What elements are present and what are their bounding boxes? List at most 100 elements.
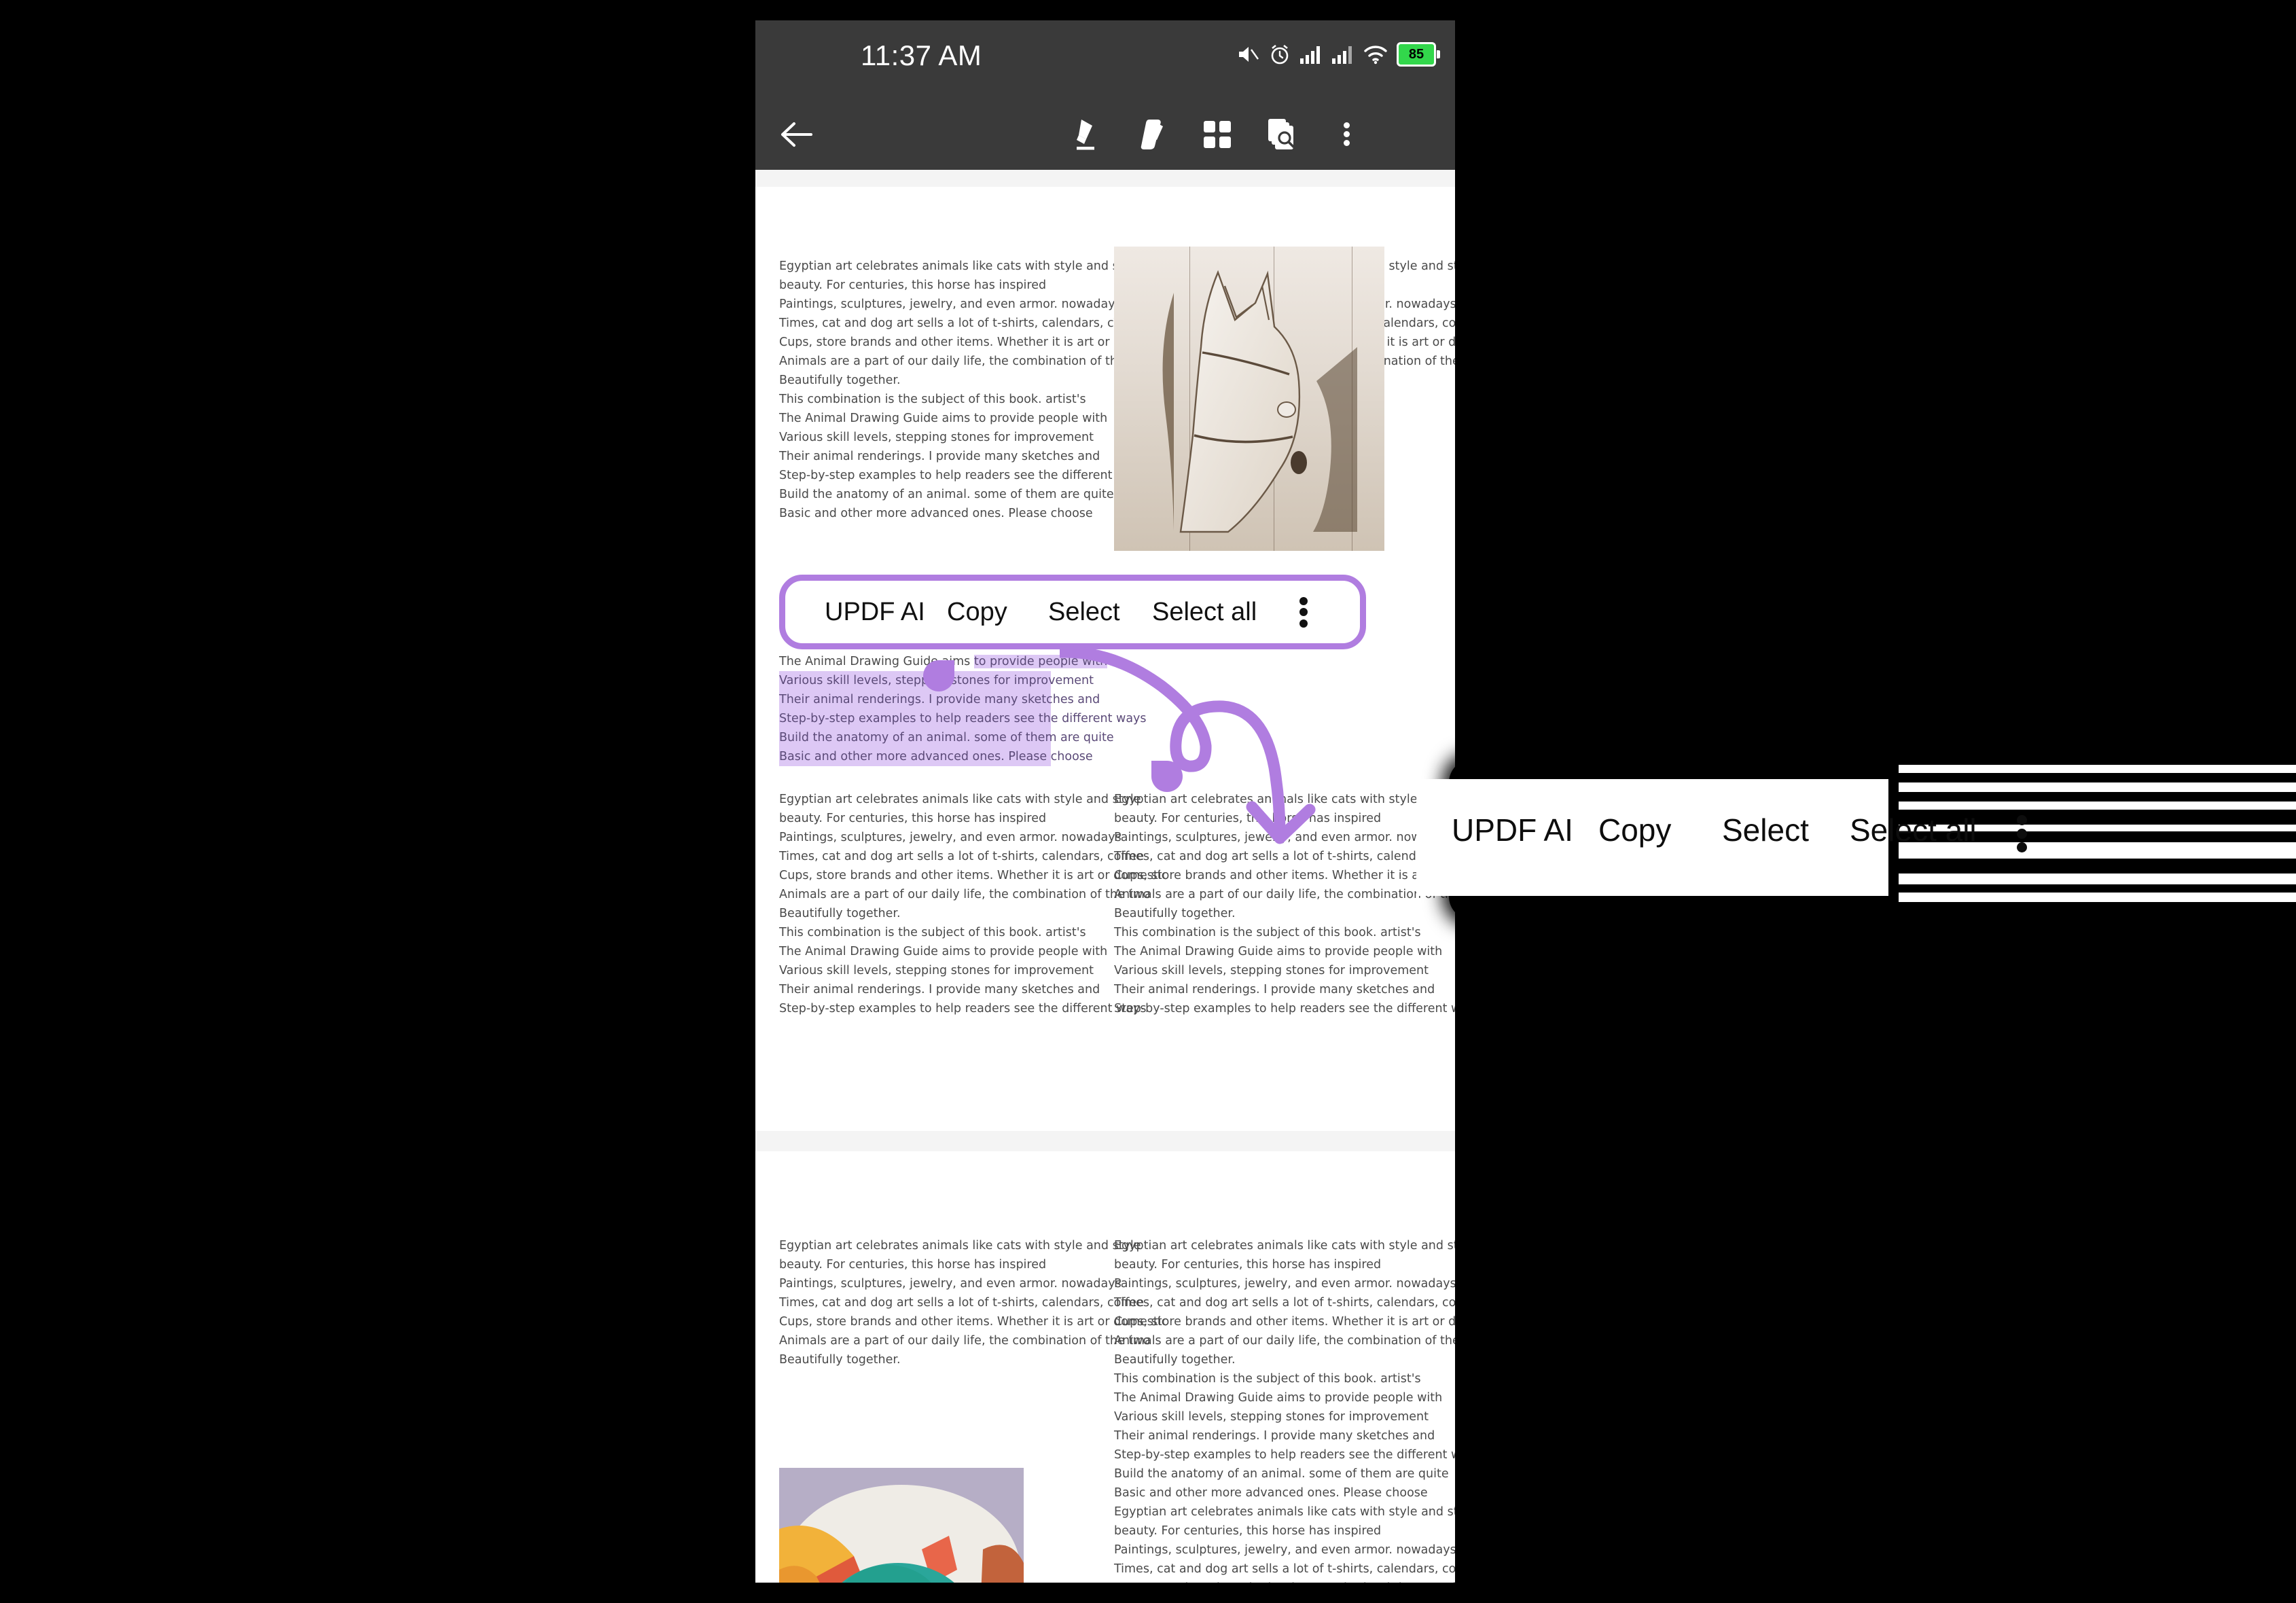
text-line[interactable]: This combination is the subject of this …: [779, 923, 1086, 942]
text-line[interactable]: The Animal Drawing Guide aims to provide…: [779, 409, 1107, 428]
text-column[interactable]: Egyptian art celebrates animals like cat…: [779, 790, 1168, 1018]
text-line[interactable]: Their animal renderings. I provide many …: [779, 690, 1100, 709]
text-column[interactable]: Egyptian art celebrates animals like cat…: [1114, 1236, 1455, 1583]
page-search-button[interactable]: [1255, 98, 1309, 170]
text-line[interactable]: Cups, store brands and other items. Whet…: [1114, 1312, 1455, 1331]
text-line[interactable]: Step-by-step examples to help readers se…: [779, 709, 1147, 728]
text-line[interactable]: Step-by-step examples to help readers se…: [1114, 999, 1455, 1018]
text-line[interactable]: Build the anatomy of an animal. some of …: [1114, 1464, 1449, 1483]
text-line[interactable]: Paintings, sculptures, jewelry, and even…: [779, 828, 1122, 847]
text-line[interactable]: Beautifully together.: [1114, 904, 1386, 923]
callout-overflow-button[interactable]: [2017, 812, 2027, 856]
text-line[interactable]: Paintings, sculptures, jewelry, and even…: [1114, 1541, 1455, 1560]
text-column[interactable]: Egyptian art celebrates animals like cat…: [779, 1236, 1168, 1369]
text-column[interactable]: Egyptian art celebrates animals like cat…: [779, 257, 1168, 523]
text-line[interactable]: Their animal renderings. I provide many …: [1114, 1426, 1435, 1445]
text-line[interactable]: Times, cat and dog art sells a lot of t-…: [779, 847, 1144, 866]
text-line[interactable]: Egyptian art celebrates animals like cat…: [1114, 1502, 1455, 1521]
text-line[interactable]: Build the anatomy of an animal. some of …: [779, 728, 1114, 747]
text-line[interactable]: Animals are a part of our daily life, th…: [1114, 885, 1455, 904]
text-line[interactable]: Paintings, sculptures, jewelry, and even…: [779, 295, 1122, 314]
menu-item-select[interactable]: Select: [1048, 598, 1120, 627]
text-line[interactable]: Animals are a part of our daily life, th…: [779, 352, 1150, 371]
text-line[interactable]: Egyptian art celebrates animals like cat…: [1114, 790, 1455, 809]
text-line[interactable]: Basic and other more advanced ones. Plea…: [779, 747, 1093, 766]
text-line[interactable]: Animals are a part of our daily life, th…: [779, 1331, 1150, 1350]
text-line[interactable]: Various skill levels, stepping stones fo…: [1114, 961, 1429, 980]
text-line[interactable]: Various skill levels, stepping stones fo…: [779, 428, 1094, 447]
text-line[interactable]: Cups, store brands and other items. Whet…: [1114, 1579, 1455, 1583]
menu-item-updf-ai[interactable]: UPDF AI: [825, 598, 925, 627]
pdf-page: Egyptian art celebrates animals like cat…: [755, 187, 1455, 1131]
menu-item-select-all[interactable]: Select all: [1152, 598, 1257, 627]
text-line[interactable]: Animals are a part of our daily life, th…: [1114, 1331, 1455, 1350]
selection-handle-end[interactable]: [1151, 761, 1183, 792]
text-line[interactable]: The Animal Drawing Guide aims to provide…: [779, 652, 1108, 671]
text-line[interactable]: Their animal renderings. I provide many …: [779, 980, 1100, 999]
highlighter-tool-button[interactable]: [1061, 98, 1115, 170]
text-line[interactable]: Egyptian art celebrates animals like cat…: [779, 1236, 1141, 1255]
text-line[interactable]: beauty. For centuries, this horse has in…: [1114, 1521, 1386, 1541]
text-line[interactable]: This combination is the subject of this …: [1114, 923, 1421, 942]
text-line[interactable]: Times, cat and dog art sells a lot of t-…: [1114, 1293, 1455, 1312]
text-line[interactable]: The Animal Drawing Guide aims to provide…: [779, 942, 1107, 961]
pdf-document-viewport[interactable]: Egyptian art celebrates animals like cat…: [755, 170, 1455, 1583]
toolbar-overflow-button[interactable]: [1319, 98, 1374, 170]
text-line[interactable]: Paintings, sculptures, jewelry, and even…: [1114, 828, 1455, 847]
text-line[interactable]: Cups, store brands and other items. Whet…: [779, 333, 1168, 352]
menu-overflow-button[interactable]: [1299, 594, 1308, 630]
text-line[interactable]: beauty. For centuries, this horse has in…: [1114, 1255, 1386, 1274]
text-line[interactable]: Cups, store brands and other items. Whet…: [1114, 866, 1455, 885]
callout-item-select-all[interactable]: Select all: [1850, 812, 1977, 848]
text-line[interactable]: Beautifully together.: [1114, 1350, 1386, 1369]
text-line[interactable]: beauty. For centuries, this horse has in…: [779, 1255, 1051, 1274]
text-line[interactable]: Basic and other more advanced ones. Plea…: [779, 504, 1093, 523]
text-line[interactable]: Various skill levels, stepping stones fo…: [779, 961, 1094, 980]
text-line[interactable]: Cups, store brands and other items. Whet…: [779, 1312, 1168, 1331]
selected-text-lines[interactable]: Various skill levels, stepping stones fo…: [779, 671, 1147, 766]
text-line[interactable]: Step-by-step examples to help readers se…: [779, 466, 1147, 485]
callout-item-copy[interactable]: Copy: [1598, 812, 1671, 848]
text-line[interactable]: Egyptian art celebrates animals like cat…: [1114, 1236, 1455, 1255]
text-line[interactable]: This combination is the subject of this …: [779, 390, 1086, 409]
back-button[interactable]: [769, 98, 823, 170]
text-column[interactable]: Egyptian art celebrates animals like cat…: [1114, 790, 1455, 1018]
selected-text-block[interactable]: The Animal Drawing Guide aims to provide…: [779, 652, 1108, 671]
magnified-context-menu[interactable]: UPDF AI Copy Select Select all: [1416, 779, 2027, 896]
text-line[interactable]: The Animal Drawing Guide aims to provide…: [1114, 1388, 1442, 1407]
text-line[interactable]: Their animal renderings. I provide many …: [779, 447, 1100, 466]
text-line[interactable]: Cups, store brands and other items. Whet…: [779, 866, 1168, 885]
selection-handle-start[interactable]: [923, 660, 954, 691]
text-line[interactable]: Paintings, sculptures, jewelry, and even…: [779, 1274, 1122, 1293]
text-line[interactable]: Their animal renderings. I provide many …: [1114, 980, 1435, 999]
text-line[interactable]: Beautifully together.: [779, 1350, 1051, 1369]
text-line[interactable]: Times, cat and dog art sells a lot of t-…: [1114, 1560, 1455, 1579]
callout-item-select[interactable]: Select: [1722, 812, 1809, 848]
battery-icon: 85: [1397, 42, 1440, 67]
text-line[interactable]: Build the anatomy of an animal. some of …: [779, 485, 1114, 504]
text-line[interactable]: Paintings, sculptures, jewelry, and even…: [1114, 1274, 1455, 1293]
text-line[interactable]: This combination is the subject of this …: [1114, 1369, 1421, 1388]
text-line[interactable]: beauty. For centuries, this horse has in…: [1114, 809, 1386, 828]
text-line[interactable]: Various skill levels, stepping stones fo…: [779, 671, 1094, 690]
text-line[interactable]: Times, cat and dog art sells a lot of t-…: [779, 1293, 1144, 1312]
callout-item-updf-ai[interactable]: UPDF AI: [1452, 812, 1573, 848]
text-line[interactable]: Egyptian art celebrates animals like cat…: [779, 257, 1141, 276]
text-line[interactable]: Step-by-step examples to help readers se…: [779, 999, 1147, 1018]
text-line[interactable]: Beautifully together.: [779, 904, 1051, 923]
text-line[interactable]: Times, cat and dog art sells a lot of t-…: [779, 314, 1144, 333]
menu-item-copy[interactable]: Copy: [947, 598, 1007, 627]
text-line[interactable]: Animals are a part of our daily life, th…: [779, 885, 1150, 904]
text-line[interactable]: Basic and other more advanced ones. Plea…: [1114, 1483, 1428, 1502]
text-line[interactable]: Various skill levels, stepping stones fo…: [1114, 1407, 1429, 1426]
text-line[interactable]: Egyptian art celebrates animals like cat…: [779, 790, 1141, 809]
text-selection-context-menu[interactable]: UPDF AI Copy Select Select all: [779, 575, 1366, 649]
text-line[interactable]: Beautifully together.: [779, 371, 1051, 390]
note-tool-button[interactable]: [1126, 98, 1180, 170]
text-line[interactable]: The Animal Drawing Guide aims to provide…: [1114, 942, 1442, 961]
text-line[interactable]: Step-by-step examples to help readers se…: [1114, 1445, 1455, 1464]
text-line[interactable]: beauty. For centuries, this horse has in…: [779, 276, 1051, 295]
text-line[interactable]: beauty. For centuries, this horse has in…: [779, 809, 1051, 828]
text-line[interactable]: Times, cat and dog art sells a lot of t-…: [1114, 847, 1455, 866]
grid-view-button[interactable]: [1190, 98, 1244, 170]
